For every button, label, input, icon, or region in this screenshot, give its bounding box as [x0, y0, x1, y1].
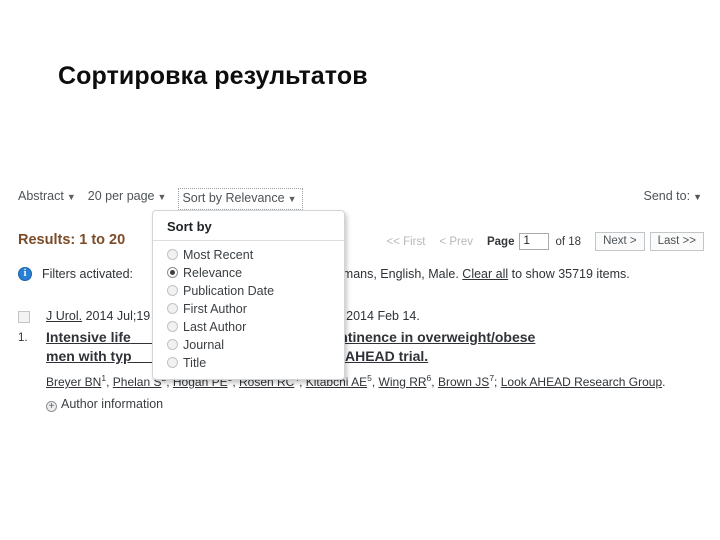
sort-option-label: Last Author: [183, 320, 247, 334]
journal-link[interactable]: J Urol.: [46, 309, 82, 323]
per-page-label: 20 per page: [87, 189, 155, 203]
result-checkbox[interactable]: [18, 311, 30, 323]
first-page-button: << First: [386, 235, 426, 248]
filters-notice: i Filters activated: years, Humans, Engl…: [18, 266, 706, 282]
clear-all-link[interactable]: Clear all: [462, 267, 508, 281]
sort-option-label: Relevance: [183, 266, 243, 280]
author-link[interactable]: Breyer BN: [46, 375, 101, 389]
page-title: Сортировка результатов: [58, 62, 368, 90]
sort-option-journal[interactable]: Journal: [153, 336, 344, 354]
pagination: << First < Prev Page 1 of 18 Next > Last >>: [386, 232, 704, 252]
chevron-down-icon: ▼: [693, 192, 702, 202]
sort-option-publication-date[interactable]: Publication Date: [153, 282, 344, 300]
sort-option-label: First Author: [183, 302, 247, 316]
author-link[interactable]: Brown JS: [438, 375, 489, 389]
result-title-link[interactable]: Intensive life urinary incontinence in o…: [46, 328, 706, 366]
author-information-toggle[interactable]: + Author information: [46, 397, 706, 412]
author-separator: ;: [494, 375, 501, 389]
chevron-down-icon: ▼: [66, 192, 76, 202]
chevron-down-icon: ▼: [287, 194, 297, 204]
sort-option-title[interactable]: Title: [153, 354, 344, 372]
sort-by-dropdown-trigger[interactable]: Sort by Relevance ▼: [178, 188, 303, 210]
plus-circle-icon: +: [46, 401, 57, 412]
radio-button-icon[interactable]: [167, 267, 178, 278]
sort-by-label: Sort by Relevance: [182, 191, 285, 205]
sort-option-label: Most Recent: [183, 248, 254, 262]
radio-button-icon[interactable]: [167, 321, 178, 332]
radio-button-icon[interactable]: [167, 357, 178, 368]
results-toolbar: Abstract ▼ 20 per page ▼ Sort by Relevance…: [18, 188, 703, 210]
radio-button-icon[interactable]: [167, 285, 178, 296]
sort-by-panel: Sort by Most Recent Relevance Publication …: [152, 210, 345, 380]
page-number-input[interactable]: 1: [519, 233, 550, 250]
last-page-button[interactable]: Last >>: [649, 232, 704, 251]
sort-option-relevance[interactable]: Relevance: [153, 264, 344, 282]
send-to-label: Send to:: [643, 189, 691, 203]
radio-button-icon[interactable]: [167, 339, 178, 350]
filters-prefix: Filters activated:: [42, 267, 134, 281]
sort-by-options: Most Recent Relevance Publication Date Firs…: [153, 246, 344, 372]
author-separator: ,: [106, 375, 113, 389]
sort-option-first-author[interactable]: First Author: [153, 300, 344, 318]
sort-option-label: Title: [183, 356, 207, 370]
citation-left: 2014 Jul;19: [85, 309, 151, 323]
next-page-button[interactable]: Next >: [595, 232, 645, 251]
radio-button-icon[interactable]: [167, 303, 178, 314]
filters-suffix: to show 35719 items.: [511, 267, 630, 281]
author-link[interactable]: Look AHEAD Research Group: [501, 375, 662, 389]
send-to-dropdown[interactable]: Send to: ▼: [644, 188, 703, 206]
author-separator: ,: [371, 375, 379, 389]
prev-page-button: < Prev: [439, 235, 473, 248]
slide-canvas: Сортировка результатов Abstract ▼ 20 per …: [0, 0, 720, 540]
pubmed-results-screenshot: Abstract ▼ 20 per page ▼ Sort by Relevance…: [0, 182, 720, 434]
title-line1-left: Intensive life: [46, 329, 131, 345]
chevron-down-icon: ▼: [157, 192, 167, 202]
author-separator: ,: [431, 375, 438, 389]
total-pages-label: of 18: [555, 235, 582, 248]
result-citation: J Urol. 2014 Jul;19 6. Epub 2014 Feb 14.: [46, 308, 706, 325]
result-item: 1. J Urol. 2014 Jul;19 6. Epub 2014 Feb …: [18, 308, 706, 412]
result-authors: Breyer BN1, Phelan S2, Hogan PE3, Rosen …: [46, 370, 706, 390]
author-information-label: Author information: [61, 397, 164, 411]
sort-option-last-author[interactable]: Last Author: [153, 318, 344, 336]
result-index: 1.: [18, 332, 28, 344]
title-line2-left: men with typ: [46, 348, 132, 364]
results-count: Results: 1 to 20: [18, 232, 126, 248]
author-link[interactable]: Wing RR: [379, 375, 427, 389]
radio-button-icon[interactable]: [167, 249, 178, 260]
display-format-label: Abstract: [18, 189, 64, 203]
sort-option-label: Publication Date: [183, 284, 275, 298]
sort-by-panel-header: Sort by: [153, 219, 344, 241]
filters-notice-text: Filters activated: years, Humans, Englis…: [42, 266, 706, 282]
page-label: Page: [486, 235, 515, 248]
result-body: J Urol. 2014 Jul;19 6. Epub 2014 Feb 14.…: [46, 308, 706, 412]
author-separator: .: [662, 375, 666, 389]
display-format-dropdown[interactable]: Abstract ▼: [18, 188, 76, 206]
sort-option-most-recent[interactable]: Most Recent: [153, 246, 344, 264]
sort-option-label: Journal: [183, 338, 224, 352]
info-icon: i: [18, 267, 32, 281]
per-page-dropdown[interactable]: 20 per page ▼: [88, 188, 167, 206]
